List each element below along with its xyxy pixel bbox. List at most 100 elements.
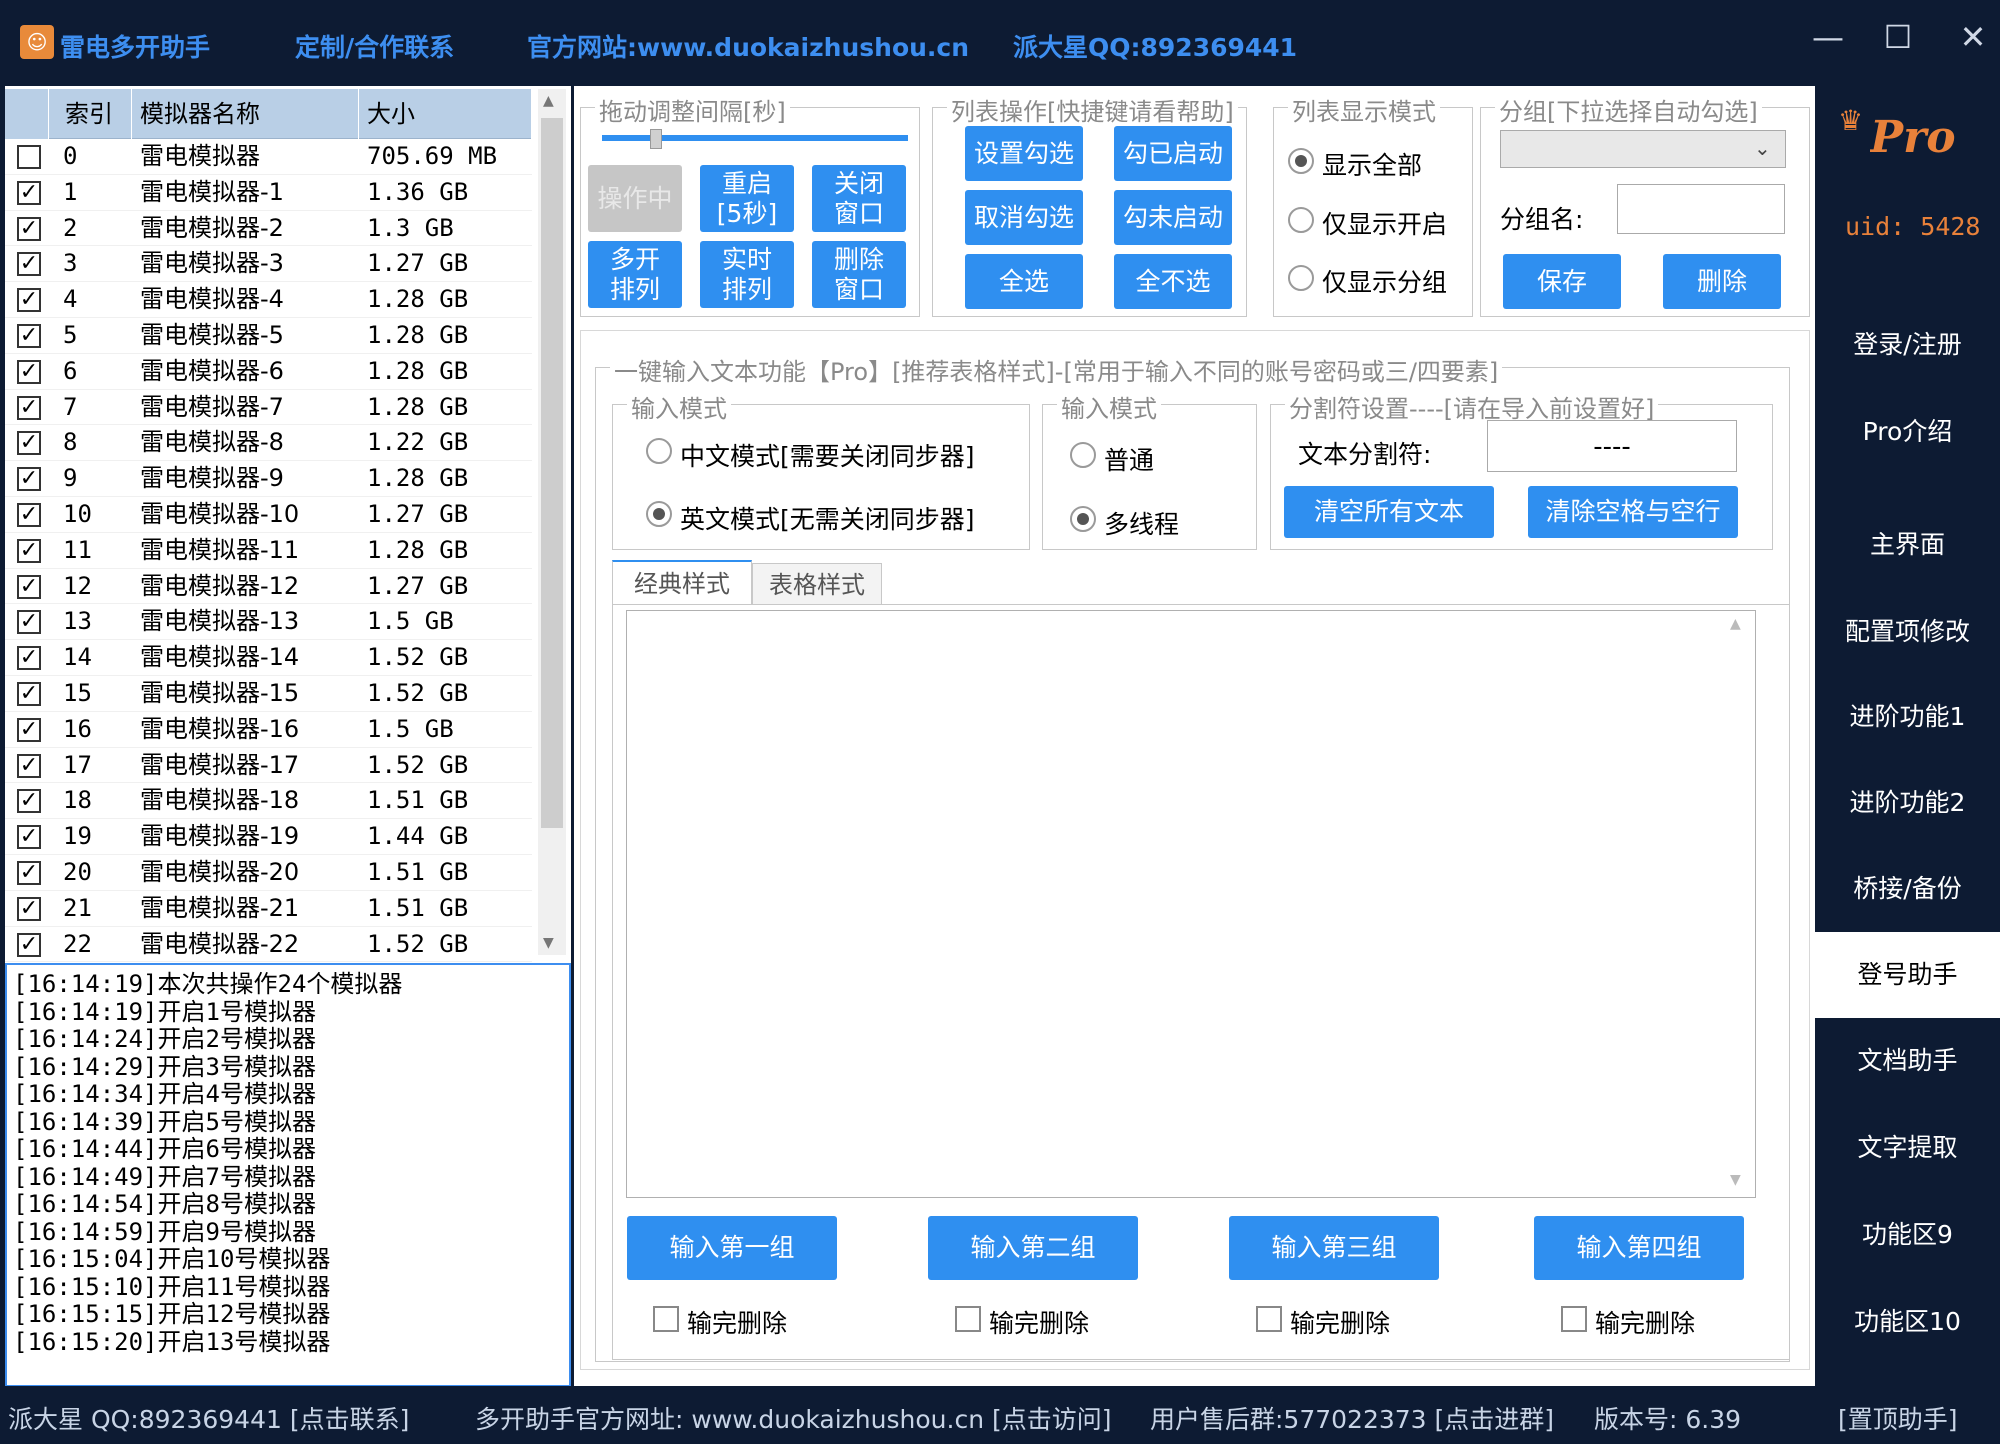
show-group-radio[interactable] — [1288, 265, 1314, 291]
row-checkbox[interactable]: ✓ — [17, 825, 41, 850]
delete-after-2-label[interactable]: 输完删除 — [989, 1304, 1089, 1340]
sidebar-item-6[interactable]: 进阶功能2 — [1815, 773, 2000, 833]
scroll-up-icon[interactable]: ▲ — [543, 93, 554, 109]
table-row[interactable]: ✓ 6 雷电模拟器-6 1.28 GB — [5, 354, 532, 390]
restart-button[interactable]: 重启 [5秒] — [700, 165, 794, 232]
group-delete-button[interactable]: 删除 — [1663, 254, 1781, 309]
normal-label[interactable]: 普通 — [1104, 441, 1154, 477]
pin-button[interactable]: [置顶助手] — [1838, 1400, 1958, 1436]
row-checkbox[interactable]: ✓ — [17, 717, 41, 742]
status-group-link[interactable]: 用户售后群:577022373 [点击进群] — [1150, 1400, 1554, 1436]
header-size[interactable]: 大小 — [359, 89, 532, 139]
input-group-4-button[interactable]: 输入第四组 — [1534, 1216, 1744, 1280]
row-checkbox[interactable]: ✓ — [17, 896, 41, 921]
scrollbar-thumb[interactable] — [541, 118, 563, 828]
scroll-down-icon[interactable]: ▼ — [543, 935, 554, 951]
table-row[interactable]: ✓ 10 雷电模拟器-10 1.27 GB — [5, 497, 532, 533]
table-row[interactable]: ✓ 8 雷电模拟器-8 1.22 GB — [5, 425, 532, 462]
table-row[interactable]: ✓ 21 雷电模拟器-21 1.51 GB — [5, 891, 532, 927]
table-row[interactable]: 0 雷电模拟器 705.69 MB — [5, 139, 532, 175]
qq-link[interactable]: 派大星QQ:892369441 — [1013, 28, 1297, 64]
table-row[interactable]: ✓ 4 雷电模拟器-4 1.28 GB — [5, 282, 532, 318]
row-checkbox[interactable]: ✓ — [17, 646, 41, 671]
table-row[interactable]: ✓ 11 雷电模拟器-11 1.28 GB — [5, 533, 532, 569]
show-started-label[interactable]: 仅显示开启 — [1322, 205, 1447, 241]
sidebar-item-11[interactable]: 功能区9 — [1815, 1205, 2000, 1265]
table-row[interactable]: ✓ 22 雷电模拟器-22 1.52 GB — [5, 927, 532, 963]
realtime-arrange-button[interactable]: 实时 排列 — [700, 241, 794, 308]
textarea-scroll-up-icon[interactable]: ▲ — [1730, 616, 1741, 632]
contact-link[interactable]: 定制/合作联系 — [295, 28, 454, 64]
table-row[interactable]: ✓ 15 雷电模拟器-15 1.52 GB — [5, 676, 532, 712]
row-checkbox[interactable]: ✓ — [17, 180, 41, 205]
table-row[interactable]: ✓ 2 雷电模拟器-2 1.3 GB — [5, 211, 532, 247]
sidebar-item-4[interactable]: 配置项修改 — [1815, 602, 2000, 662]
row-checkbox[interactable]: ✓ — [17, 288, 41, 313]
status-site-link[interactable]: 多开助手官方网址: www.duokaizhushou.cn [点击访问] — [475, 1400, 1112, 1436]
sidebar-item-8[interactable]: 登号助手 — [1815, 932, 2000, 1018]
table-row[interactable]: ✓ 14 雷电模拟器-14 1.52 GB — [5, 640, 532, 676]
tab-classic[interactable]: 经典样式 — [612, 560, 752, 605]
separator-input[interactable]: ---- — [1487, 420, 1737, 472]
delete-after-1-label[interactable]: 输完删除 — [687, 1304, 787, 1340]
show-all-label[interactable]: 显示全部 — [1322, 146, 1422, 182]
clear-all-text-button[interactable]: 清空所有文本 — [1284, 486, 1494, 538]
table-row[interactable]: ✓ 9 雷电模拟器-9 1.28 GB — [5, 461, 532, 497]
tab-table[interactable]: 表格样式 — [752, 563, 882, 605]
website-link[interactable]: 官方网站:www.duokaizhushou.cn — [527, 28, 969, 64]
sidebar-item-5[interactable]: 进阶功能1 — [1815, 687, 2000, 747]
table-row[interactable]: ✓ 13 雷电模拟器-13 1.5 GB — [5, 604, 532, 641]
row-checkbox[interactable]: ✓ — [17, 252, 41, 277]
row-checkbox[interactable]: ✓ — [17, 932, 41, 957]
table-row[interactable]: ✓ 18 雷电模拟器-18 1.51 GB — [5, 783, 532, 820]
chevron-down-icon[interactable]: ⌄ — [1754, 136, 1771, 160]
table-row[interactable]: ✓ 19 雷电模拟器-19 1.44 GB — [5, 819, 532, 855]
group-dropdown[interactable] — [1500, 130, 1786, 168]
set-check-button[interactable]: 设置勾选 — [965, 126, 1083, 181]
delete-after-2-checkbox[interactable] — [955, 1306, 981, 1332]
sidebar-item-7[interactable]: 桥接/备份 — [1815, 859, 2000, 919]
table-row[interactable]: ✓ 7 雷电模拟器-7 1.28 GB — [5, 390, 532, 426]
row-checkbox[interactable]: ✓ — [17, 538, 41, 563]
delete-after-3-checkbox[interactable] — [1256, 1306, 1282, 1332]
row-checkbox[interactable]: ✓ — [17, 359, 41, 384]
sidebar-item-9[interactable]: 文档助手 — [1815, 1031, 2000, 1091]
table-row[interactable]: ✓ 5 雷电模拟器-5 1.28 GB — [5, 318, 532, 354]
table-row[interactable]: ✓ 3 雷电模拟器-3 1.27 GB — [5, 246, 532, 283]
row-checkbox[interactable]: ✓ — [17, 467, 41, 492]
sidebar-item-1[interactable]: 登录/注册 — [1815, 315, 2000, 375]
sidebar-item-3[interactable]: 主界面 — [1815, 515, 2000, 575]
mode-cn-radio[interactable] — [646, 438, 672, 464]
row-checkbox[interactable]: ✓ — [17, 753, 41, 778]
multithread-radio[interactable] — [1070, 506, 1096, 532]
row-checkbox[interactable]: ✓ — [17, 431, 41, 456]
input-group-1-button[interactable]: 输入第一组 — [627, 1216, 837, 1280]
mode-cn-label[interactable]: 中文模式[需要关闭同步器] — [680, 437, 975, 473]
row-checkbox[interactable]: ✓ — [17, 682, 41, 706]
minimize-button[interactable]: — — [1808, 18, 1848, 56]
group-save-button[interactable]: 保存 — [1503, 254, 1621, 309]
delete-window-button[interactable]: 删除 窗口 — [812, 241, 906, 308]
check-not-started-button[interactable]: 勾未启动 — [1114, 190, 1232, 245]
sidebar-item-10[interactable]: 文字提取 — [1815, 1118, 2000, 1178]
textarea-scroll-down-icon[interactable]: ▼ — [1730, 1172, 1741, 1188]
multithread-label[interactable]: 多线程 — [1104, 505, 1179, 541]
row-checkbox[interactable] — [17, 145, 41, 169]
sidebar-item-2[interactable]: Pro介绍 — [1815, 402, 2000, 462]
show-group-label[interactable]: 仅显示分组 — [1322, 263, 1447, 299]
show-all-radio[interactable] — [1288, 148, 1314, 174]
show-started-radio[interactable] — [1288, 207, 1314, 233]
row-checkbox[interactable]: ✓ — [17, 324, 41, 348]
check-started-button[interactable]: 勾已启动 — [1114, 126, 1232, 181]
row-checkbox[interactable]: ✓ — [17, 503, 41, 527]
delete-after-4-checkbox[interactable] — [1561, 1306, 1587, 1332]
mode-en-label[interactable]: 英文模式[无需关闭同步器] — [680, 500, 975, 536]
delete-after-3-label[interactable]: 输完删除 — [1290, 1304, 1390, 1340]
input-group-3-button[interactable]: 输入第三组 — [1229, 1216, 1439, 1280]
header-index[interactable]: 索引 — [57, 89, 132, 139]
group-name-input[interactable] — [1617, 184, 1785, 234]
table-row[interactable]: ✓ 20 雷电模拟器-20 1.51 GB — [5, 855, 532, 891]
maximize-button[interactable]: ☐ — [1878, 18, 1918, 56]
multi-arrange-button[interactable]: 多开 排列 — [588, 241, 682, 308]
table-row[interactable]: ✓ 1 雷电模拟器-1 1.36 GB — [5, 175, 532, 211]
